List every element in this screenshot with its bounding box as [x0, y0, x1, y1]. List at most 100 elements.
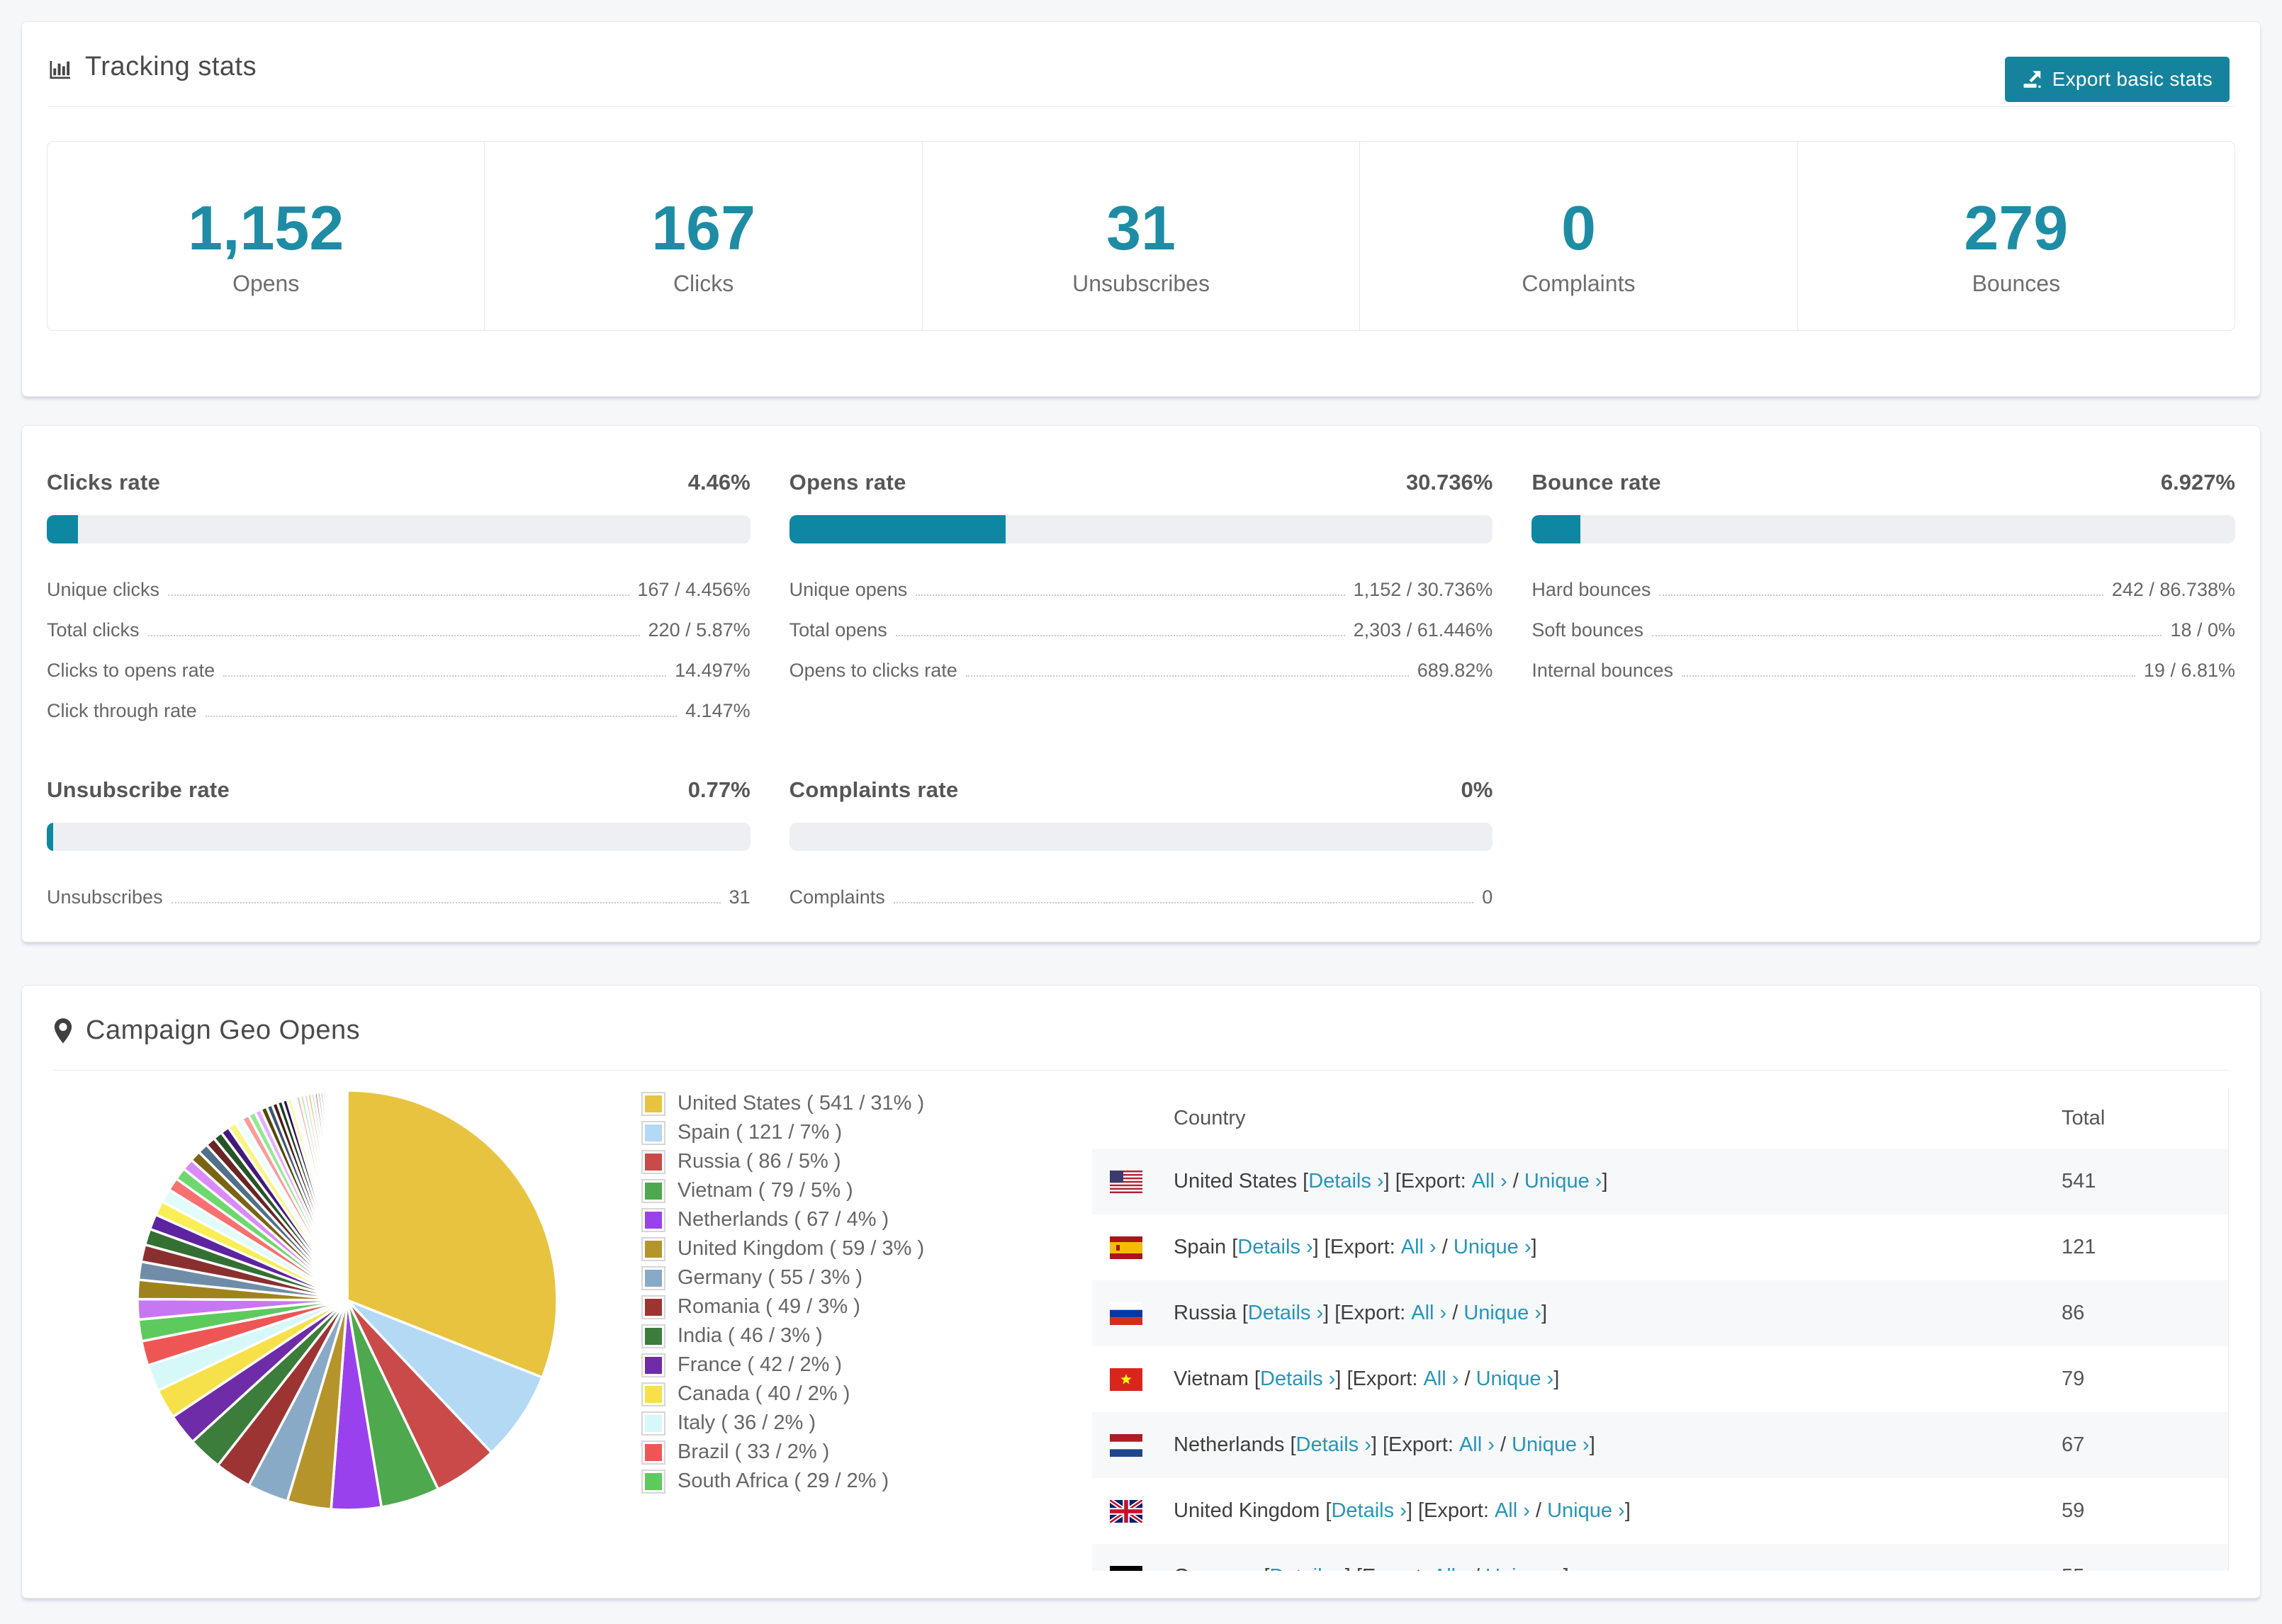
legend-label: Canada ( 40 / 2% ): [678, 1382, 850, 1405]
legend-swatch: [641, 1178, 665, 1203]
details-link[interactable]: Details ›: [1296, 1433, 1371, 1457]
stat-value: 167: [651, 193, 756, 263]
progress-bar: [47, 823, 751, 851]
export-all-link[interactable]: All ›: [1411, 1302, 1446, 1325]
legend-item: United Kingdom ( 59 / 3% ): [641, 1234, 1045, 1263]
legend-label: Germany ( 55 / 3% ): [678, 1266, 863, 1289]
details-link[interactable]: Details ›: [1269, 1565, 1344, 1571]
dotted-leader: [1659, 594, 2103, 596]
export-unique-link[interactable]: Unique ›: [1463, 1302, 1541, 1325]
country-cell: Spain [Details ›] [Export: All › / Uniqu…: [1092, 1236, 2062, 1259]
rate-value: 6.927%: [2160, 470, 2235, 495]
details-link[interactable]: Details ›: [1308, 1170, 1383, 1193]
export-basic-stats-button[interactable]: Export basic stats: [2004, 57, 2230, 102]
total-cell: 67: [2062, 1433, 2085, 1456]
total-cell: 55: [2062, 1565, 2228, 1571]
country-cell: Russia [Details ›] [Export: All › / Uniq…: [1092, 1302, 2062, 1325]
legend-swatch-color: [645, 1298, 662, 1316]
map-pin-icon: [53, 1017, 73, 1044]
rate-row-value: 0: [1482, 886, 1493, 908]
rate-row-value: 1,152 / 30.736%: [1353, 579, 1493, 600]
legend-swatch: [641, 1469, 665, 1494]
flag-icon-es: [1110, 1236, 1142, 1259]
rate-block: Unsubscribe rate 0.77% Unsubscribes 31: [47, 777, 751, 913]
geo-table-clip: Country Total United States [Details ›] …: [1092, 1088, 2229, 1571]
table-row: Russia [Details ›] [Export: All › / Uniq…: [1092, 1280, 2228, 1346]
country-name: Russia: [1174, 1302, 1242, 1324]
export-all-link[interactable]: All ›: [1495, 1499, 1530, 1523]
legend-label: Spain ( 121 / 7% ): [678, 1121, 843, 1144]
rate-title: Bounce rate: [1531, 470, 1661, 495]
legend-swatch: [641, 1353, 665, 1377]
export-unique-link[interactable]: Unique ›: [1512, 1433, 1590, 1457]
rate-row-label: Internal bounces: [1531, 660, 1673, 681]
export-unique-link[interactable]: Unique ›: [1454, 1236, 1531, 1259]
stat-value: 31: [1106, 193, 1176, 263]
flag-icon-ru: [1110, 1302, 1142, 1325]
export-all-link[interactable]: All ›: [1433, 1565, 1468, 1571]
geo-table: Country Total United States [Details ›] …: [1092, 1088, 2229, 1571]
rate-rows: Unique opens 1,152 / 30.736% Total opens 2,…: [789, 565, 1493, 686]
legend-swatch-color: [645, 1443, 662, 1461]
export-unique-link[interactable]: Unique ›: [1476, 1368, 1554, 1391]
details-link[interactable]: Details ›: [1248, 1302, 1323, 1325]
details-link[interactable]: Details ›: [1237, 1236, 1313, 1259]
total-cell: 79: [2062, 1368, 2085, 1390]
export-all-link[interactable]: All ›: [1459, 1433, 1495, 1457]
country-name: United States: [1174, 1170, 1303, 1192]
rate-head: Opens rate 30.736%: [789, 470, 1493, 495]
rate-row-label: Complaints: [789, 886, 885, 908]
dotted-leader: [1681, 675, 2135, 677]
rate-title: Complaints rate: [789, 777, 959, 802]
export-button-label: Export basic stats: [2052, 68, 2213, 90]
rate-value: 0.77%: [687, 777, 751, 802]
legend-label: United Kingdom ( 59 / 3% ): [678, 1237, 925, 1260]
stat-label: Opens: [232, 271, 300, 296]
stat-box: 0 Complaints: [1359, 142, 1797, 330]
rate-row: Hard bounces 242 / 86.738%: [1531, 565, 2235, 605]
rate-value: 4.46%: [687, 470, 751, 495]
legend-label: Russia ( 86 / 5% ): [678, 1150, 841, 1173]
rates-grid: Clicks rate 4.46% Unique clicks 167 / 4.456…: [47, 470, 2235, 913]
export-unique-link[interactable]: Unique ›: [1524, 1170, 1602, 1193]
table-row: United Kingdom [Details ›] [Export: All …: [1092, 1478, 2228, 1544]
column-header-country: Country: [1174, 1106, 1246, 1129]
flag-icon-us: [1110, 1170, 1142, 1193]
dotted-leader: [893, 902, 1474, 903]
pie-slice-other[interactable]: [344, 1089, 349, 1301]
legend-item: Brazil ( 33 / 2% ): [641, 1438, 1045, 1467]
legend-item: Spain ( 121 / 7% ): [641, 1118, 1045, 1147]
rate-row-value: 689.82%: [1417, 660, 1493, 681]
legend-swatch: [641, 1265, 665, 1290]
rate-head: Clicks rate 4.46%: [47, 470, 751, 495]
bar-chart-icon: [47, 55, 72, 80]
country-name: United Kingdom: [1174, 1499, 1326, 1522]
rate-rows: Complaints 0: [789, 872, 1493, 913]
progress-bar-fill: [1531, 515, 1581, 543]
rate-row-label: Click through rate: [47, 700, 197, 721]
legend-swatch-color: [645, 1472, 662, 1490]
progress-bar-fill: [789, 515, 1006, 543]
legend-swatch-color: [645, 1124, 662, 1141]
rate-title: Clicks rate: [47, 470, 161, 495]
stat-label: Unsubscribes: [1072, 271, 1210, 296]
rate-head: Complaints rate 0%: [789, 777, 1493, 803]
legend-item: India ( 46 / 3% ): [641, 1321, 1045, 1350]
rate-row-label: Total opens: [789, 619, 887, 641]
export-all-link[interactable]: All ›: [1472, 1170, 1507, 1193]
export-all-link[interactable]: All ›: [1423, 1368, 1458, 1391]
stats-strip: 1,152 Opens 167 Clicks 31 Unsubscribes 0 Compla…: [47, 141, 2235, 331]
rate-row-value: 2,303 / 61.446%: [1353, 619, 1493, 641]
rate-block: Opens rate 30.736% Unique opens 1,152 / 30.…: [789, 470, 1493, 726]
total-cell: 541: [2062, 1170, 2096, 1192]
geo-table-body: United States [Details ›] [Export: All ›…: [1092, 1149, 2228, 1571]
export-all-link[interactable]: All ›: [1401, 1236, 1437, 1259]
details-link[interactable]: Details ›: [1260, 1368, 1335, 1391]
rate-row: Soft bounces 18 / 0%: [1531, 605, 2235, 645]
export-unique-link[interactable]: Unique ›: [1485, 1565, 1563, 1571]
export-unique-link[interactable]: Unique ›: [1547, 1499, 1625, 1523]
geo-table-header: Country Total: [1092, 1088, 2228, 1149]
details-link[interactable]: Details ›: [1331, 1499, 1406, 1523]
stat-label: Clicks: [673, 271, 734, 296]
rate-title: Unsubscribe rate: [47, 777, 230, 802]
